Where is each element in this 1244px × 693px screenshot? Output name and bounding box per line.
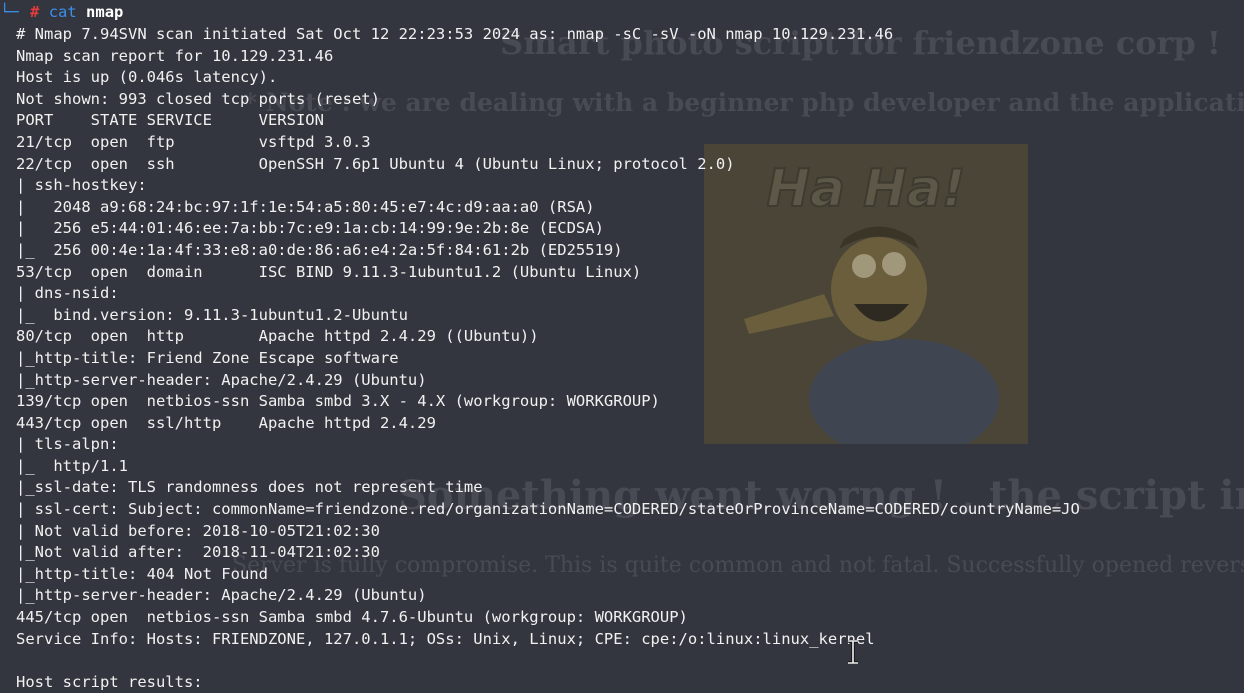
terminal-output-line: 139/tcp open netbios-ssn Samba smbd 3.X … (16, 392, 660, 411)
terminal-output-line: |_http-title: 404 Not Found (16, 564, 268, 583)
terminal-output-line (16, 650, 1080, 672)
terminal-output-line: 443/tcp open ssl/http Apache httpd 2.4.2… (16, 413, 436, 432)
terminal-output-line: |_Not valid after: 2018-11-04T21:02:30 (16, 543, 380, 562)
terminal-output-line: Service Info: Hosts: FRIENDZONE, 127.0.1… (16, 629, 875, 648)
terminal-output-line: |_ http/1.1 (16, 456, 128, 475)
terminal-output-line: 21/tcp open ftp vsftpd 3.0.3 (16, 132, 371, 151)
terminal-output-line: |_http-server-header: Apache/2.4.29 (Ubu… (16, 586, 427, 605)
terminal-output-line: | ssl-cert: Subject: commonName=friendzo… (16, 500, 1080, 519)
terminal-output-line: Host is up (0.046s latency). (16, 68, 278, 87)
terminal-output-line: | 256 e5:44:01:46:ee:7a:bb:7c:e9:1a:cb:1… (16, 219, 604, 238)
terminal-output-line: | tls-alpn: (16, 435, 119, 454)
command-argument: nmap (86, 3, 124, 21)
terminal-output-line: 53/tcp open domain ISC BIND 9.11.3-1ubun… (16, 262, 642, 281)
terminal-output-line: Nmap scan report for 10.129.231.46 (16, 46, 334, 65)
terminal-output-line: 22/tcp open ssh OpenSSH 7.6p1 Ubuntu 4 (… (16, 154, 735, 173)
terminal-output-line: | dns-nsid: (16, 284, 119, 303)
i-beam-cursor-icon (848, 640, 858, 664)
terminal-output-line: Host script results: (16, 672, 203, 691)
terminal-output-line: |_ bind.version: 9.11.3-1ubuntu1.2-Ubunt… (16, 305, 408, 324)
terminal-output-line: |_http-title: Friend Zone Escape softwar… (16, 348, 399, 367)
terminal-output-line: | 2048 a9:68:24:bc:97:1f:1e:54:a5:80:45:… (16, 197, 595, 216)
terminal-output-line: # Nmap 7.94SVN scan initiated Sat Oct 12… (16, 25, 894, 43)
terminal-window[interactable]: └─ # cat nmap # Nmap 7.94SVN scan initiat… (0, 0, 1244, 691)
nmap-output[interactable]: # Nmap 7.94SVN scan initiated Sat Oct 12… (16, 24, 1080, 693)
terminal-output-line: |_ 256 00:4e:1a:4f:33:e8:a0:de:86:a6:e4:… (16, 240, 623, 259)
terminal-output-line: 445/tcp open netbios-ssn Samba smbd 4.7.… (16, 608, 688, 627)
command-name: cat (48, 3, 77, 21)
terminal-output-line: |_ssl-date: TLS randomness does not repr… (16, 478, 483, 497)
terminal-output-line: PORT STATE SERVICE VERSION (16, 111, 324, 130)
root-prompt-symbol: # (30, 3, 40, 21)
prompt-corner-glyph: └─ (0, 3, 19, 21)
terminal-output-line: Not shown: 993 closed tcp ports (reset) (16, 89, 380, 108)
terminal-output-line: 80/tcp open http Apache httpd 2.4.29 ((U… (16, 327, 539, 346)
shell-prompt-line: └─ # cat nmap (0, 0, 123, 24)
terminal-output-line: | ssh-hostkey: (16, 176, 147, 195)
terminal-output-line: |_http-server-header: Apache/2.4.29 (Ubu… (16, 370, 427, 389)
terminal-output-line: | Not valid before: 2018-10-05T21:02:30 (16, 521, 380, 540)
